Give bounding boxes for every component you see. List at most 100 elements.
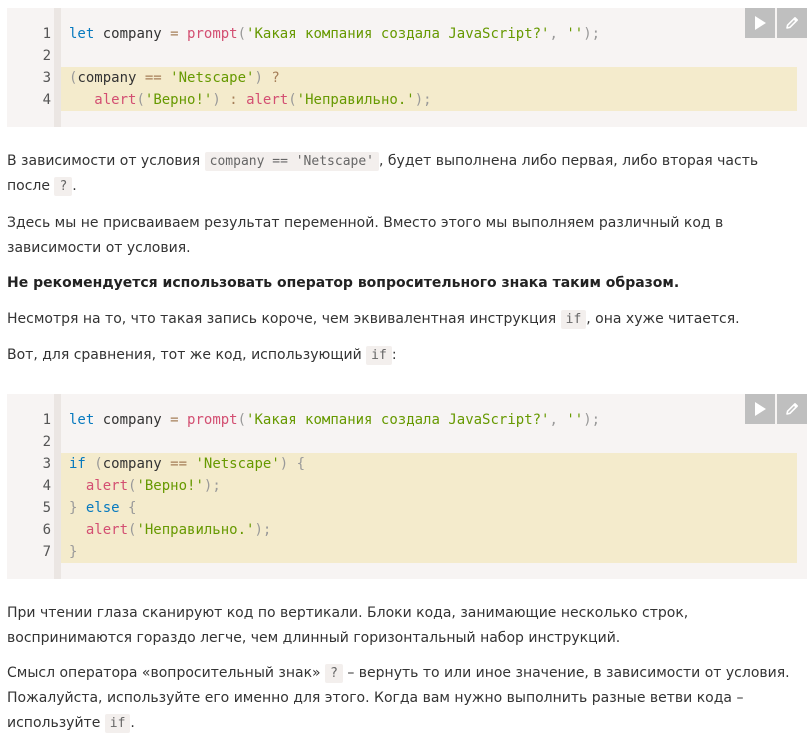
text: Здесь мы не присваиваем результат переме… <box>7 215 724 231</box>
paragraph-vertical-scan: При чтении глаза сканируют код по вертик… <box>7 601 797 651</box>
code-token: ( <box>136 92 145 108</box>
code-token: , <box>549 412 567 428</box>
article-page: 1 let company = prompt('Какая компания со… <box>0 0 809 750</box>
pencil-icon <box>786 403 798 415</box>
code-token: 'Верно!' <box>144 92 213 108</box>
paragraph-warning: Не рекомендуется использовать оператор в… <box>7 271 797 296</box>
text: В зависимости от условия <box>7 153 205 169</box>
code-token: ); <box>583 412 601 428</box>
code-block-if-else: 1 let company = prompt('Какая компания со… <box>7 394 807 579</box>
inline-code: if <box>104 714 131 733</box>
code-token: prompt <box>187 26 238 42</box>
run-code-button[interactable] <box>745 8 775 38</box>
text: воспринимаются гораздо легче, чем длинны… <box>7 630 621 646</box>
code-line: 3 if (company == 'Netscape') { <box>43 453 807 475</box>
paragraph-readability: Несмотря на то, что такая запись короче,… <box>7 307 797 332</box>
code-text: } <box>61 544 77 560</box>
code-token: 'Неправильно.' <box>296 92 415 108</box>
code-token: == <box>144 70 162 86</box>
code-token: company <box>77 70 145 86</box>
code-line: 1 let company = prompt('Какая компания со… <box>43 23 807 45</box>
text: используйте <box>7 715 105 731</box>
code-line: 7} <box>43 541 807 563</box>
code-token: ); <box>414 92 432 108</box>
paragraph-condition: В зависимости от условия company == 'Net… <box>7 149 797 199</box>
text: , она хуже читается. <box>586 311 740 327</box>
code-token: 'Netscape' <box>195 456 280 472</box>
code-token: } <box>69 544 78 560</box>
code-toolbar <box>745 394 807 424</box>
line-number: 1 <box>42 26 51 42</box>
code-token: alert <box>85 522 129 538</box>
code-token: alert <box>85 478 129 494</box>
text: , будет выполнена либо первая, либо втор… <box>379 153 759 169</box>
paragraph-comparison: Вот, для сравнения, тот же код, использу… <box>7 343 797 368</box>
code-token: ) <box>279 456 289 472</box>
code-token: 'Неправильно.' <box>136 522 255 538</box>
code-line: 5} else { <box>43 497 807 519</box>
text: : <box>391 347 397 363</box>
code-text: (company == 'Netscape') ? <box>61 70 280 86</box>
code-token: if <box>69 456 86 472</box>
code-token: 'Какая компания создала JavaScript?' <box>246 412 550 428</box>
code-lines: 1 let company = prompt('Какая компания со… <box>43 23 807 127</box>
code-line: 3 (company == 'Netscape') ? <box>43 67 807 89</box>
code-token: { <box>296 456 306 472</box>
inline-code: ? <box>54 177 73 196</box>
code-token: { <box>128 500 137 516</box>
edit-code-button[interactable] <box>777 394 807 424</box>
code-text: alert('Верно!'); <box>61 478 221 494</box>
code-token: else <box>85 500 120 516</box>
code-text: let company = prompt('Какая компания соз… <box>61 26 600 42</box>
code-text: alert('Верно!') : alert('Неправильно.'); <box>61 92 432 108</box>
code-text: } else { <box>61 500 136 516</box>
code-token: == <box>170 456 188 472</box>
code-line: 6 alert('Неправильно.'); <box>43 519 807 541</box>
code-token: ) <box>254 70 263 86</box>
code-token: ); <box>583 26 601 42</box>
text: При чтении глаза сканируют код по вертик… <box>7 605 689 621</box>
code-token: company <box>94 412 171 428</box>
code-token: ( <box>237 412 247 428</box>
code-token: ? <box>271 70 280 86</box>
code-token: ); <box>203 478 221 494</box>
code-toolbar <box>745 8 807 38</box>
paragraph-purpose: Смысл оператора «вопросительный знак» ? … <box>7 661 797 736</box>
text: зависимости от условия. <box>7 240 191 256</box>
edit-code-button[interactable] <box>777 8 807 38</box>
code-token: 'Netscape' <box>170 70 255 86</box>
warning-text: Не рекомендуется использовать оператор в… <box>7 275 680 291</box>
code-token: ) <box>212 92 221 108</box>
code-line: 1 let company = prompt('Какая компания со… <box>43 409 807 431</box>
line-highlight <box>61 541 797 563</box>
line-number: 1 <box>42 412 51 428</box>
code-token: alert <box>94 92 137 108</box>
inline-code: company == 'Netscape' <box>204 152 380 171</box>
line-number: 2 <box>42 48 51 64</box>
code-line: 4 alert('Верно!'); <box>43 475 807 497</box>
code-token: '' <box>566 26 584 42</box>
play-icon <box>755 16 766 30</box>
code-line: 2 <box>43 431 807 453</box>
code-token: company <box>94 26 171 42</box>
run-code-button[interactable] <box>745 394 775 424</box>
line-number: 3 <box>42 70 51 86</box>
text: . <box>72 178 77 194</box>
text: Пожалуйста, используйте его именно для э… <box>7 690 744 706</box>
code-token: 'Верно!' <box>136 478 204 494</box>
line-number: 2 <box>42 434 51 450</box>
code-token: : <box>229 92 238 108</box>
line-highlight <box>61 497 797 519</box>
code-token: ( <box>94 456 103 472</box>
code-token: let <box>69 26 95 42</box>
code-token: let <box>69 412 95 428</box>
paragraph-not-assigned: Здесь мы не присваиваем результат переме… <box>7 211 797 261</box>
